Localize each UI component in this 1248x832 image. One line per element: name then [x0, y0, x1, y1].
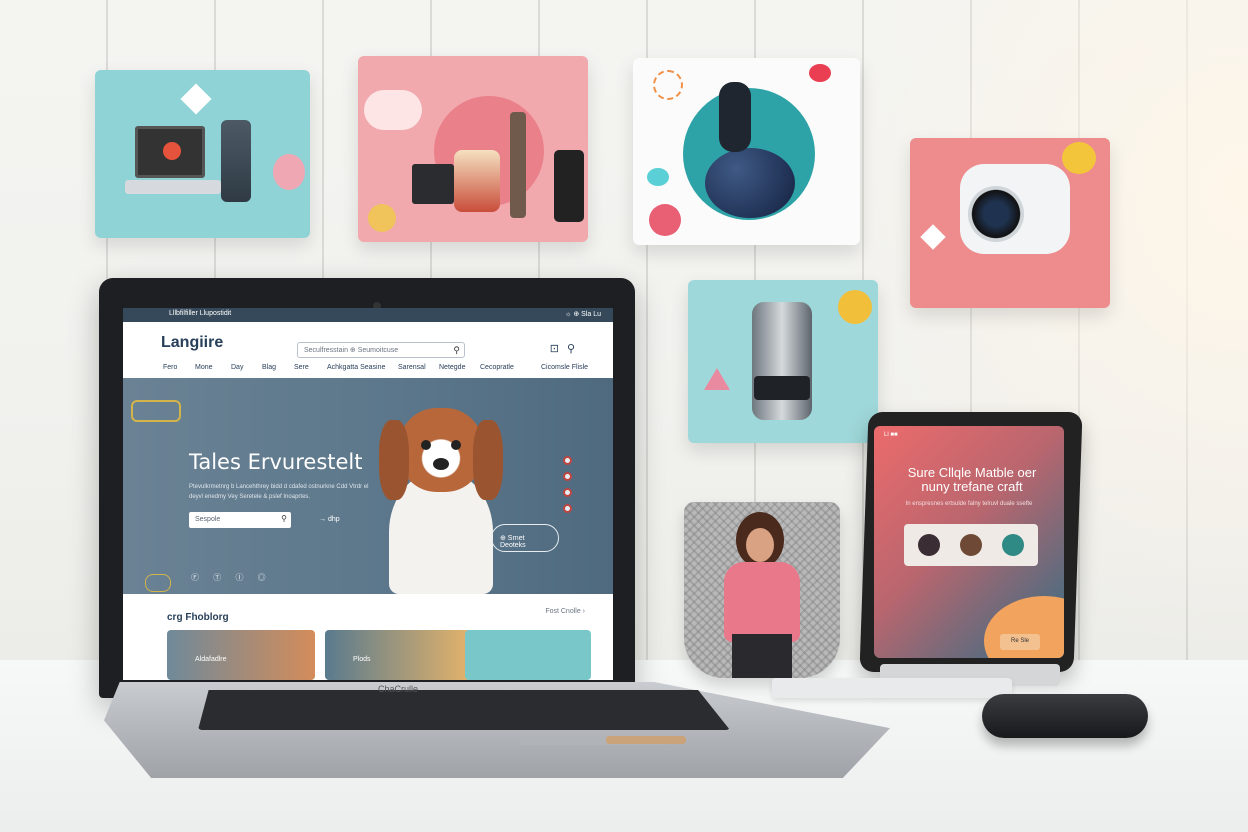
laptop-keyboard	[198, 690, 730, 730]
diamond-icon	[180, 83, 212, 115]
nav-item[interactable]: Cecopratle	[480, 364, 514, 371]
search-icon[interactable]: ⚲	[567, 343, 583, 355]
search-placeholder: Seculfresstain ⊕ Seumoitcuse	[304, 347, 399, 354]
hero-cta-button[interactable]: ⊕ Srnet Deoteks	[491, 524, 559, 552]
site-header: Langiire Seculfresstain ⊕ Seumoitcuse ⚲ …	[123, 322, 613, 378]
heart-icon	[809, 64, 831, 82]
wireless-mouse	[982, 694, 1148, 738]
laptop-latch	[606, 736, 686, 744]
person-pants	[732, 634, 792, 678]
nav-item[interactable]: Fero	[163, 364, 177, 371]
sun-icon	[653, 70, 683, 100]
dot-icon[interactable]	[563, 456, 572, 465]
wireless-keyboard	[772, 678, 1012, 698]
nav-item[interactable]: Day	[231, 364, 243, 371]
machine-band-icon	[754, 376, 810, 400]
nav-item[interactable]: Sere	[294, 364, 309, 371]
robot-body-icon	[705, 148, 795, 218]
card-label: Aldafadlre	[195, 656, 227, 663]
hero-input-text: Sespole	[195, 516, 221, 523]
wall-frame-laptop-blender	[95, 70, 310, 238]
person-shirt	[724, 562, 800, 642]
hero-arrow-link[interactable]: → dhp	[319, 516, 340, 523]
section-title: crg Fhoblorg	[167, 612, 229, 623]
search-icon[interactable]: ⚲	[281, 514, 287, 523]
swirl-badge-icon	[838, 290, 872, 324]
wall-frame-camera	[910, 138, 1110, 308]
hero-description: Ptevulkrmetnrg b Lancehthrey bidd d cdaf…	[189, 484, 369, 500]
tablet-status: Ll ■■	[884, 432, 898, 438]
hero-title: Tales Ervurestelt	[189, 450, 363, 474]
camera-lens-icon	[968, 186, 1024, 242]
blender-icon	[221, 120, 251, 202]
person-face	[746, 528, 774, 562]
play-dot-icon	[163, 142, 181, 160]
device-icon	[412, 164, 454, 204]
hero-banner: Tales Ervurestelt Ptevulkrmetnrg b Lance…	[123, 378, 613, 594]
topbar-text: Lllbfilfiller Llupostidit	[169, 310, 232, 317]
social-icons[interactable]: Ⓕ Ⓣ Ⓘ ◎	[191, 572, 272, 583]
puppy-image	[379, 400, 503, 594]
nav-item[interactable]: Blag	[262, 364, 276, 371]
sun-badge-icon	[368, 204, 396, 232]
small-badge-icon	[145, 574, 171, 592]
laptop-screen: Lllbfilfiller Llupostidit ☼ ⊕ Sla Lu Lan…	[123, 308, 613, 680]
site-topbar: Lllbfilfiller Llupostidit ☼ ⊕ Sla Lu	[123, 308, 613, 322]
dot-icon[interactable]	[563, 488, 572, 497]
nav-item[interactable]: Mone	[195, 364, 213, 371]
teal-heart-icon	[647, 168, 669, 186]
lamp-icon	[704, 368, 730, 390]
card-label: Plods	[353, 656, 371, 663]
coffee-machine-icon	[752, 302, 812, 420]
site-logo[interactable]: Langiire	[161, 334, 223, 352]
grinder-icon	[510, 112, 526, 218]
nav-item[interactable]: Netegde	[439, 364, 465, 371]
robot-head-icon	[719, 82, 751, 152]
laptop-brand: ChaCrulle	[378, 684, 419, 694]
mesh-basket	[684, 502, 840, 678]
nav-item[interactable]: Sarensal	[398, 364, 426, 371]
search-icon[interactable]: ⚲	[453, 345, 460, 356]
pink-circle-icon	[273, 154, 305, 190]
cloud-icon	[364, 90, 422, 130]
wall-frame-coffee-machine	[688, 280, 878, 443]
section-link[interactable]: Fost Cnolle ›	[545, 608, 585, 615]
hero-side-dots	[563, 456, 577, 520]
tablet-subtitle: In enspresnes ertsulde falny telruvl dua…	[905, 501, 1033, 507]
dot-icon[interactable]	[563, 472, 572, 481]
tablet-button[interactable]: Re Sle	[1000, 634, 1040, 650]
laptop-base-icon	[125, 180, 221, 194]
wall-frame-robot	[633, 58, 860, 245]
phone-icon	[554, 150, 584, 222]
dot-icon[interactable]	[563, 504, 572, 513]
product-icon	[1002, 534, 1024, 556]
product-card[interactable]: Plods	[325, 630, 473, 680]
topbar-links[interactable]: ☼ ⊕ Sla Lu	[565, 310, 601, 318]
tablet-screen: Ll ■■ Sure Cllqle Matble oer nuny trefan…	[874, 426, 1064, 658]
cart-icon[interactable]: ⊡	[550, 343, 567, 355]
smiley-icon	[1062, 142, 1096, 174]
product-icon	[960, 534, 982, 556]
star-icon	[920, 224, 946, 250]
pink-dot-icon	[649, 204, 681, 236]
crown-badge-icon	[131, 400, 181, 422]
hero-search-input[interactable]: Sespole ⚲	[189, 512, 291, 528]
product-icon	[918, 534, 940, 556]
nav-item[interactable]: Achkgatta Seasine	[327, 364, 385, 371]
wall-frame-gadgets	[358, 56, 588, 242]
product-card[interactable]	[465, 630, 591, 680]
jar-icon	[454, 150, 500, 212]
header-icons[interactable]: ⊡⚲	[550, 342, 583, 355]
tablet-title: Sure Cllqle Matble oer nuny trefane craf…	[907, 465, 1037, 494]
featured-section: crg Fhoblorg Fost Cnolle › Aldafadlre Pl…	[123, 594, 613, 680]
tablet-product-card[interactable]	[904, 524, 1038, 566]
nav-item[interactable]: Cicomsle Flisle	[541, 364, 588, 371]
site-search-input[interactable]: Seculfresstain ⊕ Seumoitcuse ⚲	[297, 342, 465, 358]
product-card[interactable]: Aldafadlre	[167, 630, 315, 680]
